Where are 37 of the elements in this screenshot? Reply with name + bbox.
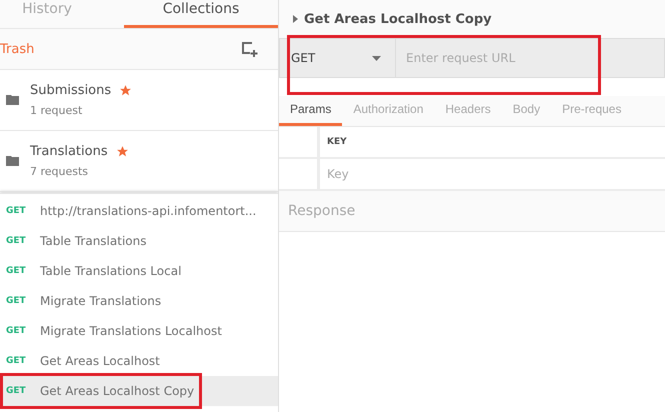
- caret-icon[interactable]: [293, 15, 298, 23]
- request-item[interactable]: GET Table Translations Local: [0, 256, 278, 286]
- collection-item[interactable]: Translations 7 requests: [0, 131, 278, 192]
- folder-icon: [6, 156, 19, 166]
- request-count: 7 requests: [30, 165, 90, 178]
- request-name: http://translations-api.infomentort...: [40, 204, 256, 218]
- method-label: GET: [5, 236, 27, 246]
- method-label: GET: [5, 326, 27, 336]
- request-name: Migrate Translations: [40, 294, 162, 308]
- new-collection-icon[interactable]: [242, 42, 258, 56]
- method-label: GET: [5, 296, 27, 306]
- response-heading: Response: [288, 203, 356, 219]
- request-name: Table Translations: [40, 234, 146, 248]
- url-field[interactable]: GET Enter request URL: [279, 38, 665, 78]
- trash-link[interactable]: Trash: [0, 42, 34, 56]
- method-label: GET: [5, 266, 27, 276]
- request-count: 1 request: [30, 104, 84, 117]
- request-item[interactable]: GET Table Translations: [0, 226, 278, 256]
- method-label: GET: [5, 206, 27, 216]
- column-header: KEY: [327, 137, 347, 147]
- request-item[interactable]: GET Get Areas Localhost: [0, 346, 278, 376]
- collection-name: Translations: [30, 144, 108, 159]
- request-title: Get Areas Localhost Copy: [304, 12, 492, 26]
- request-name: Migrate Translations Localhost: [40, 324, 222, 338]
- method-label: GET: [5, 356, 27, 366]
- request-name: Table Translations Local: [40, 264, 182, 278]
- collection-item[interactable]: Submissions 1 request: [0, 70, 278, 131]
- request-item[interactable]: GET Migrate Translations Localhost: [0, 316, 278, 346]
- request-name: Get Areas Localhost: [40, 354, 160, 368]
- method-label: GET: [5, 386, 27, 396]
- request-item[interactable]: GET Get Areas Localhost Copy: [0, 376, 278, 406]
- request-item[interactable]: GET http://translations-api.infomentort...: [0, 196, 278, 226]
- dropdown-caret-icon: [372, 56, 381, 60]
- request-item[interactable]: GET Migrate Translations: [0, 286, 278, 316]
- collection-name: Submissions: [30, 83, 112, 98]
- folder-icon: [6, 95, 19, 105]
- request-name: Get Areas Localhost Copy: [40, 384, 194, 398]
